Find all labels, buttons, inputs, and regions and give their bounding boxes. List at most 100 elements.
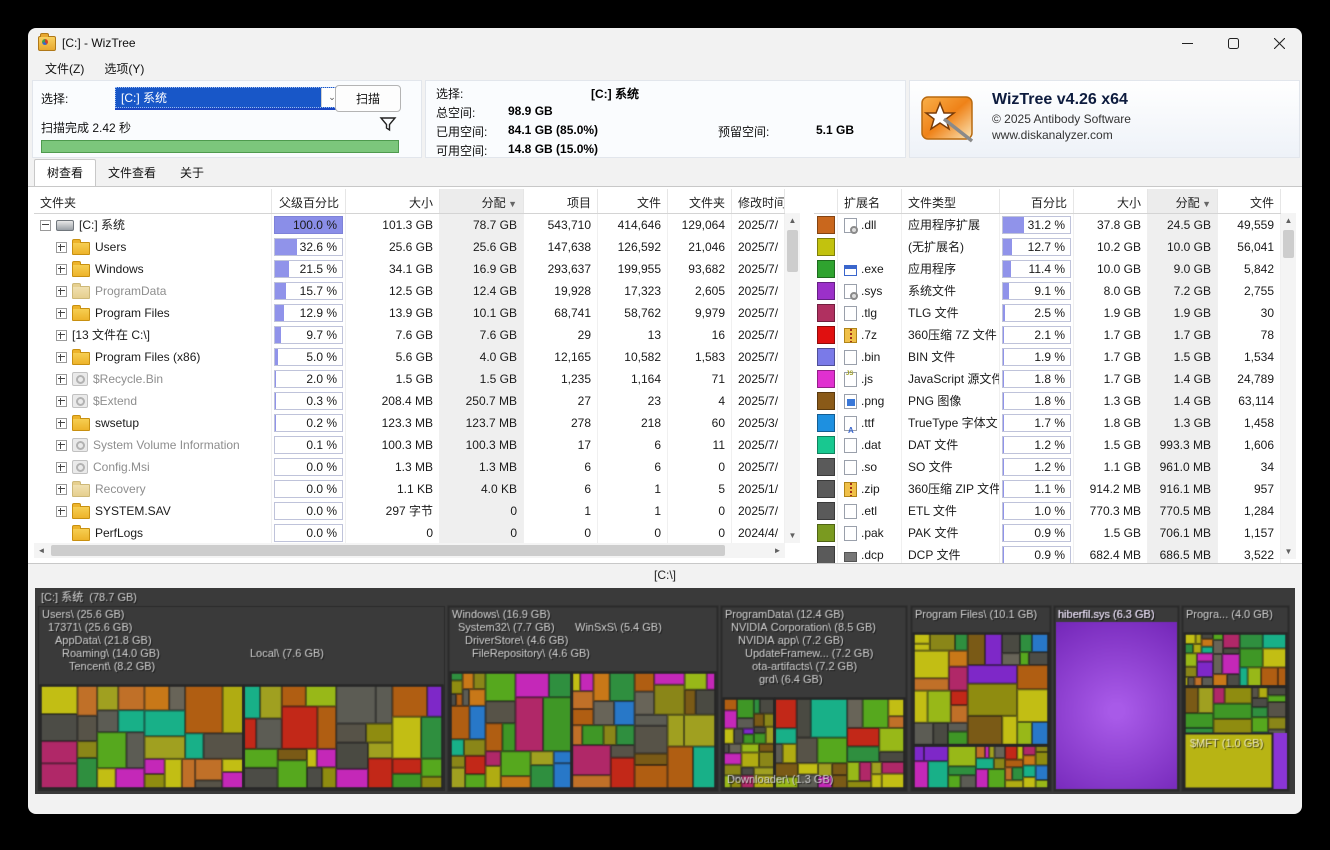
- ext-header-2[interactable]: 文件类型: [902, 189, 1000, 213]
- table-row[interactable]: .soSO 文件1.2 %1.1 GB961.0 MB34: [814, 456, 1296, 478]
- size-cell: 101.3 GB: [346, 214, 440, 236]
- tab-1[interactable]: 文件查看: [96, 160, 168, 186]
- table-row[interactable]: PerfLogs0.0 %000002024/4/: [34, 522, 800, 544]
- extension-name: .dat: [861, 434, 881, 456]
- table-row[interactable]: .zip360压缩 ZIP 文件1.1 %914.2 MB916.1 MB957: [814, 478, 1296, 500]
- ext-header-6[interactable]: 文件: [1218, 189, 1281, 213]
- expander-minus-icon[interactable]: [40, 220, 51, 231]
- scroll-up-icon[interactable]: ▲: [785, 213, 800, 228]
- table-row[interactable]: $Extend0.3 %208.4 MB250.7 MB272342025/7/: [34, 390, 800, 412]
- expander-plus-icon[interactable]: [56, 462, 67, 473]
- scroll-down-icon[interactable]: ▼: [1281, 544, 1296, 559]
- tree-header-2[interactable]: 大小: [346, 189, 440, 213]
- scroll-thumb[interactable]: [51, 545, 725, 556]
- menu-options[interactable]: 选项(Y): [95, 58, 153, 79]
- table-row[interactable]: .pakPAK 文件0.9 %1.5 GB706.1 MB1,157: [814, 522, 1296, 544]
- table-row[interactable]: .jsJavaScript 源文件1.8 %1.7 GB1.4 GB24,789: [814, 368, 1296, 390]
- table-row[interactable]: ProgramData15.7 %12.5 GB12.4 GB19,92817,…: [34, 280, 800, 302]
- table-row[interactable]: .sys系统文件9.1 %8.0 GB7.2 GB2,755: [814, 280, 1296, 302]
- table-row[interactable]: .etlETL 文件1.0 %770.3 MB770.5 MB1,284: [814, 500, 1296, 522]
- scroll-left-icon[interactable]: ◄: [34, 543, 49, 558]
- minimize-button[interactable]: [1164, 28, 1210, 58]
- scroll-right-icon[interactable]: ►: [770, 543, 785, 558]
- expander-plus-icon[interactable]: [56, 242, 67, 253]
- percent-cell: 0.9 %: [1000, 544, 1074, 563]
- vertical-scrollbar[interactable]: ▲▼: [785, 213, 800, 543]
- ext-header-0[interactable]: [814, 189, 838, 213]
- table-row[interactable]: $Recycle.Bin2.0 %1.5 GB1.5 GB1,2351,1647…: [34, 368, 800, 390]
- table-row[interactable]: .7z360压缩 7Z 文件2.1 %1.7 GB1.7 GB78: [814, 324, 1296, 346]
- table-row[interactable]: .tlgTLG 文件2.5 %1.9 GB1.9 GB30: [814, 302, 1296, 324]
- alloc-cell: 4.0 GB: [440, 346, 524, 368]
- scan-button[interactable]: 扫描: [335, 85, 401, 112]
- tab-2[interactable]: 关于: [168, 160, 216, 186]
- expander-plus-icon[interactable]: [56, 484, 67, 495]
- ext-header-1[interactable]: 扩展名: [838, 189, 902, 213]
- title-bar[interactable]: [C:] - WizTree: [28, 28, 1302, 58]
- tree-header-7[interactable]: 修改时间: [732, 189, 785, 213]
- table-row[interactable]: Users32.6 %25.6 GB25.6 GB147,638126,5922…: [34, 236, 800, 258]
- table-row[interactable]: .datDAT 文件1.2 %1.5 GB993.3 MB1,606: [814, 434, 1296, 456]
- alloc-cell: 686.5 MB: [1148, 544, 1218, 563]
- files-cell: 5,842: [1218, 258, 1281, 280]
- extension-name: .sys: [861, 280, 882, 302]
- table-row[interactable]: SYSTEM.SAV0.0 %297 字节01102025/7/: [34, 500, 800, 522]
- tree-header-6[interactable]: 文件夹: [668, 189, 732, 213]
- vertical-scrollbar[interactable]: ▲▼: [1281, 213, 1296, 559]
- tree-header-0[interactable]: 文件夹: [34, 189, 272, 213]
- table-row[interactable]: Windows21.5 %34.1 GB16.9 GB293,637199,95…: [34, 258, 800, 280]
- scroll-up-icon[interactable]: ▲: [1281, 213, 1296, 228]
- files-cell: 56,041: [1218, 236, 1281, 258]
- scroll-thumb[interactable]: [787, 230, 798, 272]
- expander-plus-icon[interactable]: [56, 440, 67, 451]
- table-row[interactable]: (无扩展名)12.7 %10.2 GB10.0 GB56,041: [814, 236, 1296, 258]
- expander-plus-icon[interactable]: [56, 352, 67, 363]
- drive-select[interactable]: [C:] 系统 ⌄: [115, 87, 343, 108]
- expander-plus-icon[interactable]: [56, 264, 67, 275]
- table-row[interactable]: [C:] 系统100.0 %101.3 GB78.7 GB543,710414,…: [34, 214, 800, 236]
- menu-file[interactable]: 文件(Z): [36, 58, 93, 79]
- expander-plus-icon[interactable]: [56, 308, 67, 319]
- close-button[interactable]: [1256, 28, 1302, 58]
- alloc-cell: 1.7 GB: [1148, 324, 1218, 346]
- folder-icon: [72, 506, 90, 519]
- table-row[interactable]: Config.Msi0.0 %1.3 MB1.3 MB6602025/7/: [34, 456, 800, 478]
- table-row[interactable]: [13 文件在 C:\]9.7 %7.6 GB7.6 GB2913162025/…: [34, 324, 800, 346]
- website-link[interactable]: www.diskanalyzer.com: [992, 128, 1113, 142]
- table-row[interactable]: Recovery0.0 %1.1 KB4.0 KB6152025/1/: [34, 478, 800, 500]
- tree-header-1[interactable]: 父级百分比: [272, 189, 346, 213]
- expander-plus-icon[interactable]: [56, 396, 67, 407]
- table-row[interactable]: Program Files12.9 %13.9 GB10.1 GB68,7415…: [34, 302, 800, 324]
- table-row[interactable]: .dcpDCP 文件0.9 %682.4 MB686.5 MB3,522: [814, 544, 1296, 563]
- ext-header-4[interactable]: 大小: [1074, 189, 1148, 213]
- percent-cell: 21.5 %: [272, 258, 346, 280]
- scroll-thumb[interactable]: [1283, 230, 1294, 258]
- drive-select-value: [C:] 系统: [116, 89, 321, 106]
- expander-plus-icon[interactable]: [56, 418, 67, 429]
- table-row[interactable]: .ttfTrueType 字体文1.7 %1.8 GB1.3 GB1,458: [814, 412, 1296, 434]
- tree-header-5[interactable]: 文件: [598, 189, 668, 213]
- table-row[interactable]: .pngPNG 图像1.8 %1.3 GB1.4 GB63,114: [814, 390, 1296, 412]
- scroll-down-icon[interactable]: ▼: [785, 528, 800, 543]
- extension-cell: .sys: [838, 280, 902, 302]
- table-row[interactable]: .dll应用程序扩展31.2 %37.8 GB24.5 GB49,559: [814, 214, 1296, 236]
- expander-plus-icon[interactable]: [56, 506, 67, 517]
- table-row[interactable]: Program Files (x86)5.0 %5.6 GB4.0 GB12,1…: [34, 346, 800, 368]
- ext-header-3[interactable]: 百分比: [1000, 189, 1074, 213]
- table-row[interactable]: .binBIN 文件1.9 %1.7 GB1.5 GB1,534: [814, 346, 1296, 368]
- expander-plus-icon[interactable]: [56, 330, 67, 341]
- treemap-canvas[interactable]: [35, 588, 1295, 794]
- table-row[interactable]: swsetup0.2 %123.3 MB123.7 MB278218602025…: [34, 412, 800, 434]
- tree-header-3[interactable]: 分配 ▼: [440, 189, 524, 213]
- tree-header-4[interactable]: 项目: [524, 189, 598, 213]
- expander-plus-icon[interactable]: [56, 286, 67, 297]
- horizontal-scrollbar[interactable]: ◄►: [34, 543, 785, 558]
- expander-plus-icon[interactable]: [56, 374, 67, 385]
- table-row[interactable]: .exe应用程序11.4 %10.0 GB9.0 GB5,842: [814, 258, 1296, 280]
- table-row[interactable]: System Volume Information0.1 %100.3 MB10…: [34, 434, 800, 456]
- filter-icon[interactable]: [379, 115, 397, 133]
- treemap-color-swatch: [817, 238, 835, 256]
- maximize-button[interactable]: [1210, 28, 1256, 58]
- ext-header-5[interactable]: 分配 ▼: [1148, 189, 1218, 213]
- tab-0[interactable]: 树查看: [34, 159, 96, 186]
